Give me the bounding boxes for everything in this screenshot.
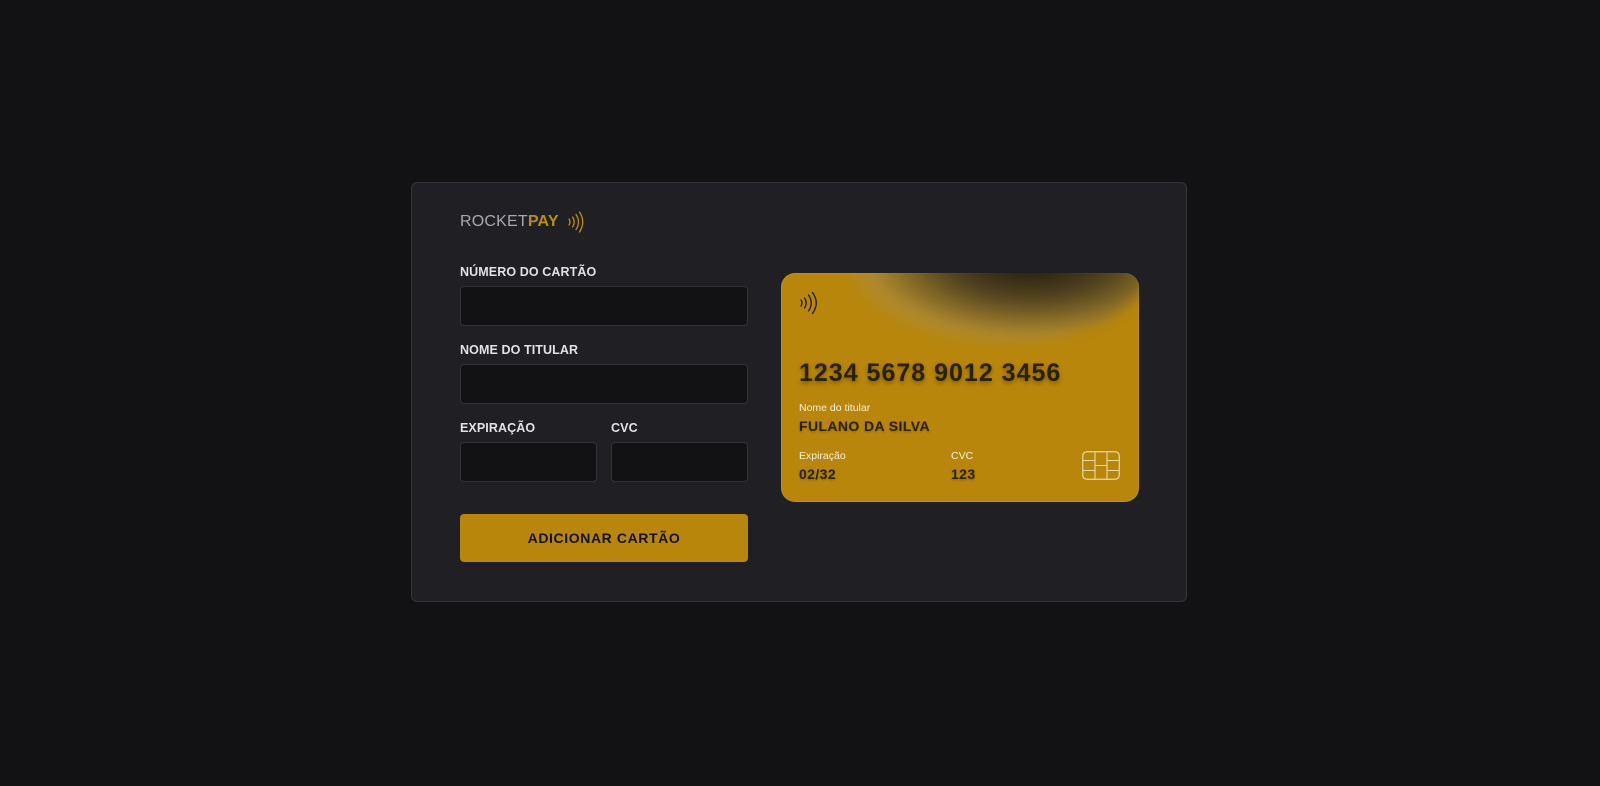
card-number-input[interactable]	[460, 286, 748, 326]
contactless-icon	[799, 291, 819, 320]
card-holder-label: Nome do titular	[799, 402, 871, 414]
holder-name-input[interactable]	[460, 364, 748, 404]
contactless-icon	[567, 211, 585, 233]
card-number-display: 1234 5678 9012 3456	[799, 359, 1062, 387]
card-preview: 1234 5678 9012 3456 Nome do titular FULA…	[781, 273, 1139, 502]
payment-panel: ROCKET PAY NÚMERO DO CARTÃO NOME DO TITU…	[411, 182, 1187, 602]
chip-icon	[1082, 451, 1120, 485]
expiration-label: EXPIRAÇÃO	[460, 421, 536, 435]
card-cvc-value: 123	[951, 466, 976, 482]
card-expiration-label: Expiração	[799, 450, 846, 462]
add-card-button[interactable]: ADICIONAR CARTÃO	[460, 514, 748, 562]
logo: ROCKET PAY	[460, 211, 585, 233]
card-expiration-value: 02/32	[799, 466, 837, 482]
cvc-label: CVC	[611, 421, 638, 435]
card-number-label: NÚMERO DO CARTÃO	[460, 265, 597, 279]
card-cvc-label: CVC	[951, 450, 974, 462]
expiration-input[interactable]	[460, 442, 597, 482]
logo-rocket-text: ROCKET	[460, 213, 528, 230]
logo-pay-text: PAY	[527, 213, 559, 230]
card-holder-name: FULANO DA SILVA	[799, 418, 930, 434]
card-glare	[851, 273, 1139, 343]
cvc-input[interactable]	[611, 442, 748, 482]
holder-name-label: NOME DO TITULAR	[460, 343, 579, 357]
